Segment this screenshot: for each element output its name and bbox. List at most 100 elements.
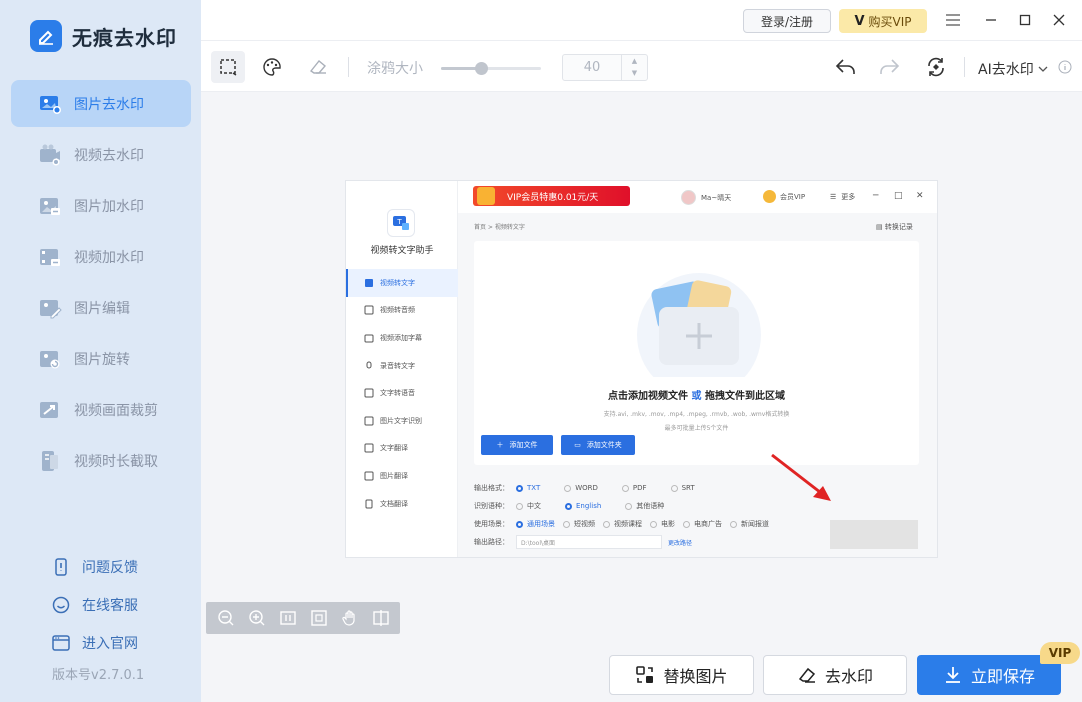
minimize-button[interactable] [981,10,1001,30]
image-option: 通用场景 [516,519,555,529]
radio-icon [564,484,572,492]
speech-icon [364,388,374,398]
replace-image-button[interactable]: 替换图片 [609,655,754,695]
radio-icon [516,484,523,492]
vip-mark: V [854,13,865,29]
sidebar-item-label: 视频时长截取 [74,453,158,470]
brand: 无痕去水印 [30,20,177,52]
sidebar-item-image-rotate[interactable]: 图片旋转 [11,335,191,382]
image-menu-item: 图片翻译 [346,462,458,490]
stepper-arrows: ▲ ▼ [621,55,647,80]
sidebar-item-label: 图片去水印 [74,96,144,113]
sidebar-item-video-crop[interactable]: 视频画面裁剪 [11,386,191,433]
brush-size-slider[interactable] [441,62,541,75]
image-promo-banner: VIP会员特惠0.01元/天 [473,186,630,206]
edit-toolbar: 涂鸦大小 40 ▲ ▼ AI去水印 [201,40,1082,92]
compare-split-icon[interactable] [372,609,390,627]
radio-icon [603,520,610,528]
info-icon[interactable] [1058,60,1072,74]
image-option-label: SRT [681,484,695,492]
hand-pan-icon[interactable] [341,609,359,627]
image-option: 中文 [516,501,541,511]
radio-icon [650,520,657,528]
image-promo-text: VIP会员特惠0.01元/天 [507,192,599,203]
sidebar-item-image-watermark-add[interactable]: 图片加水印 [11,182,191,229]
redo-button[interactable] [872,51,906,83]
title-bar: 登录/注册 V 购买VIP [201,0,1082,40]
feedback-link[interactable]: 问题反馈 [52,548,138,586]
image-lang-row: 识别语种： 中文 English 其他语种 [474,497,769,515]
sidebar-item-label: 视频画面裁剪 [74,402,158,419]
image-user: Ma~晴天 [681,190,731,205]
image-menu-label: 图片翻译 [380,471,408,480]
sidebar-item-video-trim[interactable]: 视频时长截取 [11,437,191,484]
rect-select-icon [220,59,237,76]
chevron-down-icon [1038,66,1048,72]
plus-icon: ＋ [496,441,504,449]
customer-service-link[interactable]: 在线客服 [52,586,138,624]
image-drop-title: 点击添加视频文件 或 拖拽文件到此区域 [474,387,919,402]
image-close-icon: ✕ [916,191,924,201]
image-menu-item: 录音转文字 [346,352,458,380]
stepper-down-icon[interactable]: ▼ [622,67,647,79]
website-label: 进入官网 [82,636,138,652]
zoom-out-icon[interactable] [217,609,235,627]
fit-window-icon[interactable] [310,609,328,627]
image-vip: 会员VIP [763,190,805,203]
brush-size-label: 涂鸦大小 [367,61,423,77]
image-add-file-button: ＋ 添加文件 [481,435,553,455]
image-format-row: 输出格式： TXT WORD PDF SRT [474,479,769,497]
maximize-button[interactable] [1015,10,1035,30]
image-scene-label: 使用场景： [474,520,509,528]
ai-remove-dropdown[interactable]: AI去水印 [978,59,1048,79]
image-scene-row: 使用场景： 通用场景 短视频 视频课程 电影 电商广告 新闻报道 [474,515,769,533]
image-app-logo-icon: T [387,209,415,237]
close-button[interactable] [1049,10,1069,30]
image-option: 电影 [650,519,675,529]
ai-remove-label: AI去水印 [978,62,1034,78]
website-link[interactable]: 进入官网 [52,624,138,662]
video-crop-icon [40,401,58,418]
loaded-image: T 视频转文字助手 视频转文字 视频转音频 视频添加字幕 录音转文字 文字转语音… [345,180,938,558]
eraser-tool[interactable] [301,51,335,83]
compare-button[interactable] [919,51,953,83]
zoom-in-icon[interactable] [248,609,266,627]
image-record-link: ▤ 转换记录 [876,223,913,231]
image-option-label: 视频课程 [614,520,642,528]
login-button[interactable]: 登录/注册 [743,9,831,33]
buy-vip-button[interactable]: V 购买VIP [839,9,927,33]
image-minimize-icon: ─ [873,191,879,201]
sidebar-item-video-watermark-add[interactable]: 视频加水印 [11,233,191,280]
sidebar-item-label: 视频加水印 [74,249,144,266]
stepper-up-icon[interactable]: ▲ [622,55,647,67]
sidebar-item-label: 图片加水印 [74,198,144,215]
radio-icon [516,502,523,510]
sidebar-item-image-watermark-remove[interactable]: 图片去水印 [11,80,191,127]
image-option-label: 电商广告 [694,520,722,528]
drop-title-b: 拖拽文件到此区域 [704,391,785,402]
folder-icon: ▭ [574,441,581,449]
sidebar-item-image-edit[interactable]: 图片编辑 [11,284,191,331]
image-app-main: 首页 > 视频转文字 ▤ 转换记录 点击添加视频文件 或 拖拽文件到此区域 支持… [458,213,937,557]
redo-icon [880,59,900,74]
menu-button[interactable] [943,10,963,30]
image-menu-label: 图片文字识别 [380,416,422,425]
ocr-icon [364,416,374,426]
image-path-value: D:\tool\桌面 [516,535,662,549]
video-audio-icon [364,305,374,315]
rect-select-tool[interactable] [211,51,245,83]
app-window: 无痕去水印 图片去水印 视频去水印 图片加水印 视频加水印 图片编辑 图片旋转 … [0,0,1082,702]
actual-size-icon[interactable] [279,609,297,627]
remove-watermark-button[interactable]: 去水印 [763,655,907,695]
sidebar-item-video-watermark-remove[interactable]: 视频去水印 [11,131,191,178]
brush-tool[interactable] [255,51,289,83]
image-more-label: 更多 [841,193,856,201]
image-canvas[interactable]: T 视频转文字助手 视频转文字 视频转音频 视频添加字幕 录音转文字 文字转语音… [201,92,1082,702]
image-menu-label: 视频转文字 [380,278,415,287]
brush-size-stepper[interactable]: 40 ▲ ▼ [562,54,648,81]
sidebar-footer: 问题反馈 在线客服 进入官网 [52,548,138,662]
slider-knob[interactable] [475,62,488,75]
eraser-icon [309,60,326,74]
undo-button[interactable] [829,51,863,83]
image-menu-label: 录音转文字 [380,361,415,370]
